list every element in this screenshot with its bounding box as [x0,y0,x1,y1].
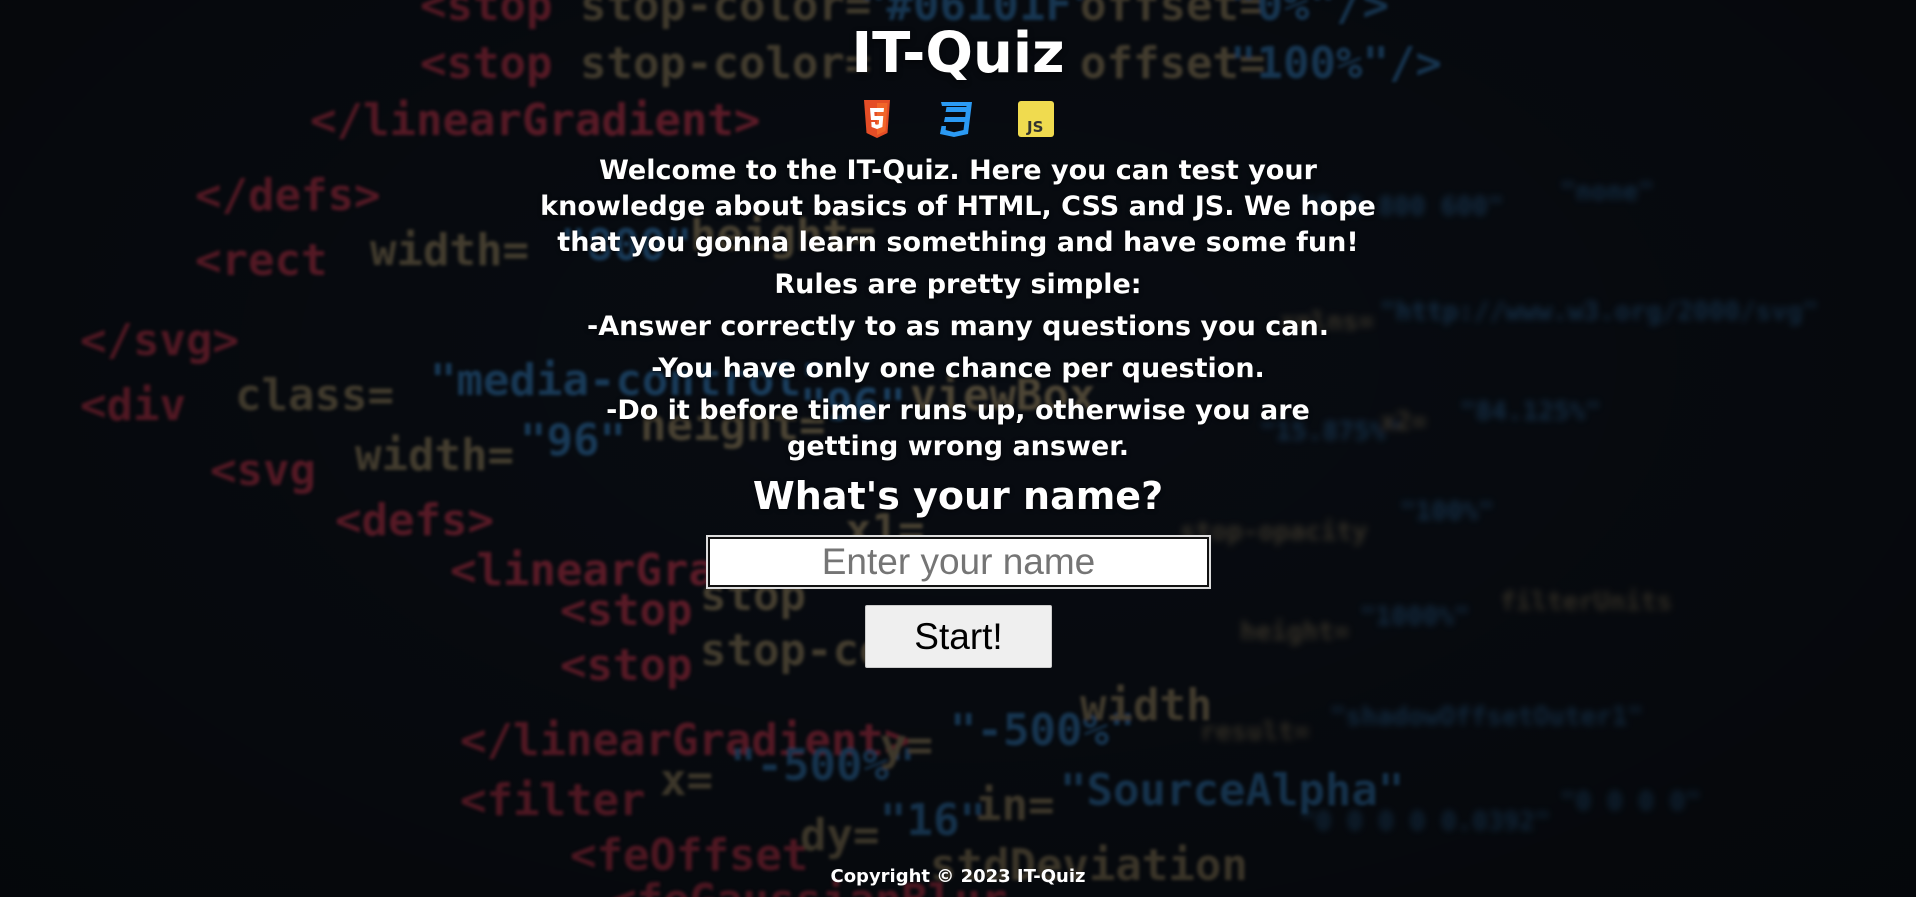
css3-icon [940,102,972,137]
rule-item-2: -You have only one chance per question. [651,353,1265,384]
rule-item-3: -Do it before timer runs up, otherwise y… [606,395,1310,462]
footer-copyright: Copyright © 2023 IT-Quiz [830,866,1086,887]
html5-icon [864,100,890,138]
javascript-icon: JS [1018,101,1054,137]
name-input[interactable] [706,535,1211,589]
rules-heading: Rules are pretty simple: [774,269,1142,300]
intro-text: Welcome to the IT-Quiz. Here you can tes… [540,155,1376,258]
name-prompt: What's your name? [752,474,1164,518]
page-title: IT-Quiz [851,21,1065,86]
rule-item-1: -Answer correctly to as many questions y… [587,311,1329,342]
start-button[interactable]: Start! [865,605,1052,668]
technology-icons: JS [862,100,1062,142]
svg-text:JS: JS [1026,118,1043,136]
